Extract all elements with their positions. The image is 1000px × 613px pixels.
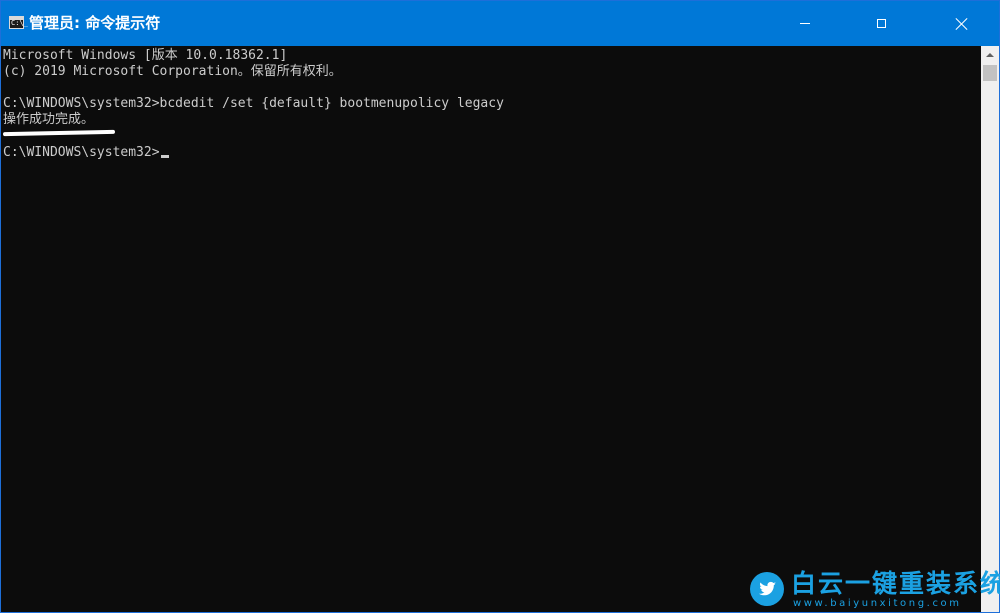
maximize-icon bbox=[876, 19, 886, 28]
console-line-result: 操作成功完成。 bbox=[3, 112, 95, 127]
watermark-logo: 白云一键重装系统 www.baiyunxitong.com bbox=[749, 569, 1000, 611]
minimize-button[interactable] bbox=[782, 1, 828, 46]
watermark-title: 白云一键重装系统 bbox=[791, 569, 1000, 598]
highlight-underline bbox=[2, 129, 116, 137]
close-icon bbox=[956, 18, 968, 30]
vertical-scrollbar[interactable] bbox=[981, 46, 999, 612]
minimize-icon bbox=[800, 23, 810, 24]
console-line-prompt[interactable]: C:\WINDOWS\system32> bbox=[3, 145, 169, 161]
chevron-up-icon bbox=[986, 52, 994, 57]
scroll-thumb[interactable] bbox=[983, 65, 997, 81]
command-prompt-window: C:\_ 管理员: 命令提示符 Microsoft Windows [版本 10… bbox=[0, 0, 1000, 613]
watermark-url: www.baiyunxitong.com bbox=[793, 598, 962, 609]
text-cursor bbox=[160, 155, 169, 158]
title-bar[interactable]: C:\_ 管理员: 命令提示符 bbox=[1, 1, 999, 46]
prompt-text: C:\WINDOWS\system32> bbox=[3, 145, 160, 160]
console-line-command: C:\WINDOWS\system32>bcdedit /set {defaul… bbox=[3, 96, 504, 111]
twitter-bird-icon bbox=[750, 572, 784, 606]
window-title: 管理员: 命令提示符 bbox=[29, 14, 161, 32]
cmd-icon[interactable]: C:\_ bbox=[9, 16, 28, 29]
cmd-icon-prompt: C:\_ bbox=[11, 19, 28, 27]
console-line-version: Microsoft Windows [版本 10.0.18362.1] bbox=[3, 48, 288, 63]
scroll-up-button[interactable] bbox=[981, 46, 999, 63]
console-line-copyright: (c) 2019 Microsoft Corporation。保留所有权利。 bbox=[3, 64, 342, 79]
close-button[interactable] bbox=[939, 1, 985, 46]
console-output[interactable]: Microsoft Windows [版本 10.0.18362.1] (c) … bbox=[1, 46, 981, 612]
maximize-button[interactable] bbox=[858, 1, 904, 46]
